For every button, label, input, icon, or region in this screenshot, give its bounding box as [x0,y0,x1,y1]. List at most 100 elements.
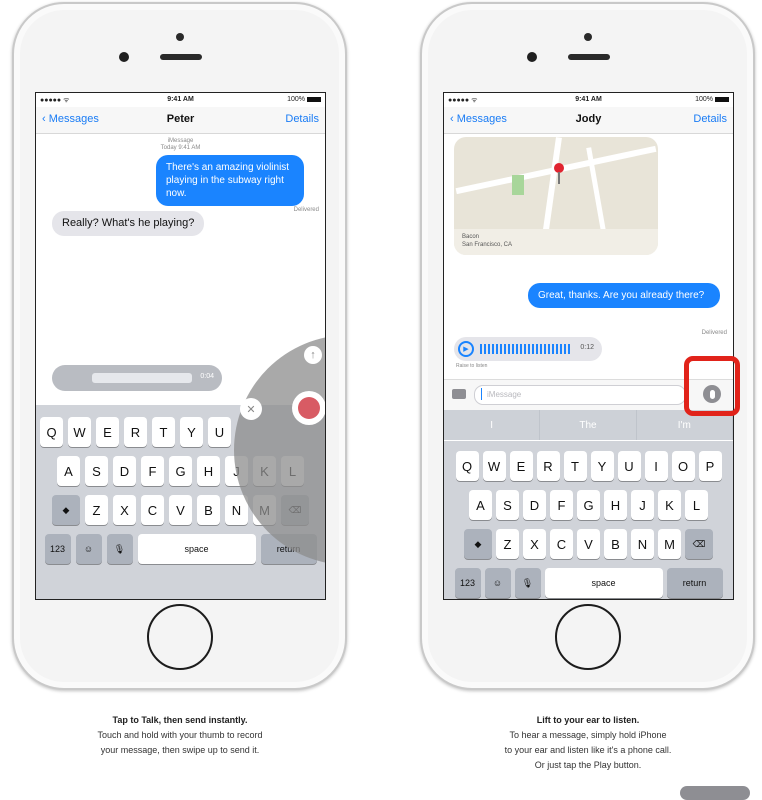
key-l[interactable]: L [685,490,708,520]
keyboard-row-3: ◆ Z X C V B N M ⌫ [444,529,733,559]
record-button[interactable] [292,391,325,425]
key-h[interactable]: H [197,456,220,486]
key-w[interactable]: W [482,451,506,481]
delivered-label: Delivered [701,330,727,336]
key-v[interactable]: V [577,529,600,559]
recording-duration: 0:04 [200,373,214,380]
numbers-key[interactable]: 123 [454,568,481,598]
delete-key[interactable]: ⌫ [685,529,713,559]
key-k[interactable]: K [658,490,681,520]
map-road [542,137,562,237]
left-caption-line: Touch and hold with your thumb to record [97,730,263,740]
suggestion-1[interactable]: I [444,410,541,440]
key-q[interactable]: Q [40,417,63,447]
numbers-key[interactable]: 123 [44,534,71,564]
shift-key[interactable]: ◆ [464,529,492,559]
key-z[interactable]: Z [496,529,519,559]
key-b[interactable]: B [604,529,627,559]
details-button[interactable]: Details [285,113,319,125]
key-g[interactable]: G [577,490,600,520]
key-t[interactable]: T [152,417,175,447]
nav-bar: ‹ Messages Jody Details [444,107,733,134]
emoji-key[interactable]: ☺ [75,534,102,564]
key-h[interactable]: H [604,490,627,520]
front-camera [119,52,129,62]
return-key[interactable]: return [666,568,723,598]
message-timestamp: iMessage Today 9:41 AM [36,138,325,152]
key-f[interactable]: F [550,490,573,520]
recording-waveform [92,373,192,383]
dictation-key[interactable]: 🎙 [106,534,133,564]
key-g[interactable]: G [169,456,192,486]
key-c[interactable]: C [141,495,164,525]
earpiece-speaker [159,54,202,60]
key-c[interactable]: C [550,529,573,559]
battery-percent: 100% [695,96,713,103]
status-time: 9:41 AM [167,96,194,103]
suggestion-2[interactable]: The [540,410,637,440]
key-p[interactable]: P [698,451,722,481]
incoming-message[interactable]: Really? What's he playing? [52,211,205,236]
key-x[interactable]: X [113,495,136,525]
message-input[interactable]: iMessage [474,385,686,405]
key-x[interactable]: X [523,529,546,559]
key-t[interactable]: T [563,451,587,481]
audio-message[interactable]: ▶ 0:12 [454,337,602,361]
battery-icon [307,96,321,102]
key-v[interactable]: V [169,495,192,525]
space-key[interactable]: space [137,534,256,564]
right-caption-line: Or just tap the Play button. [534,760,642,770]
key-u[interactable]: U [208,417,231,447]
left-caption: Tap to Talk, then send instantly. Touch … [40,713,320,758]
key-o[interactable]: O [671,451,695,481]
key-d[interactable]: D [523,490,546,520]
key-y[interactable]: Y [590,451,614,481]
key-n[interactable]: N [631,529,654,559]
key-z[interactable]: Z [85,495,108,525]
home-button[interactable] [146,604,213,670]
key-b[interactable]: B [197,495,220,525]
left-caption-heading: Tap to Talk, then send instantly. [112,715,248,725]
key-u[interactable]: U [617,451,641,481]
shift-key[interactable]: ◆ [52,495,80,525]
map-place-name: Bacon [462,234,480,240]
battery-percent: 100% [287,96,305,103]
key-d[interactable]: D [113,456,136,486]
key-a[interactable]: A [469,490,492,520]
key-f[interactable]: F [141,456,164,486]
right-iphone: ●●●●● ᯤ 9:41 AM 100% ‹ Messages Jody Det… [420,2,755,690]
earpiece-speaker [567,54,610,60]
key-i[interactable]: I [644,451,668,481]
camera-icon[interactable] [452,389,466,399]
outgoing-message[interactable]: Great, thanks. Are you already there? [528,283,720,308]
location-map[interactable]: Bacon San Francisco, CA [454,137,658,255]
details-button[interactable]: Details [693,113,727,125]
key-y[interactable]: Y [180,417,203,447]
keyboard-row-4: 123 ☺ 🎙 space return [444,568,733,598]
key-q[interactable]: Q [455,451,479,481]
dictation-key[interactable]: 🎙 [514,568,541,598]
space-key[interactable]: space [544,568,663,598]
home-button[interactable] [554,604,621,670]
cancel-icon[interactable]: ✕ [240,398,262,420]
key-s[interactable]: S [85,456,108,486]
raise-to-listen-label: Raise to listen [456,363,488,369]
key-w[interactable]: W [68,417,91,447]
key-r[interactable]: R [124,417,147,447]
nav-bar: ‹ Messages Peter Details [36,107,325,134]
key-e[interactable]: E [96,417,119,447]
key-s[interactable]: S [496,490,519,520]
send-arrow-icon[interactable]: ↑ [304,346,322,364]
key-m[interactable]: M [658,529,681,559]
map-park [512,175,524,195]
keyboard: Q W E R T Y U I O P A S D F G H J K L ◆ … [444,441,733,599]
map-place-address: San Francisco, CA [462,242,513,248]
key-r[interactable]: R [536,451,560,481]
key-a[interactable]: A [57,456,80,486]
key-e[interactable]: E [509,451,533,481]
key-j[interactable]: J [631,490,654,520]
emoji-key[interactable]: ☺ [484,568,511,598]
outgoing-message[interactable]: There's an amazing violinist playing in … [156,155,304,206]
map-pin-stem [558,172,560,184]
play-icon[interactable]: ▶ [458,341,474,357]
